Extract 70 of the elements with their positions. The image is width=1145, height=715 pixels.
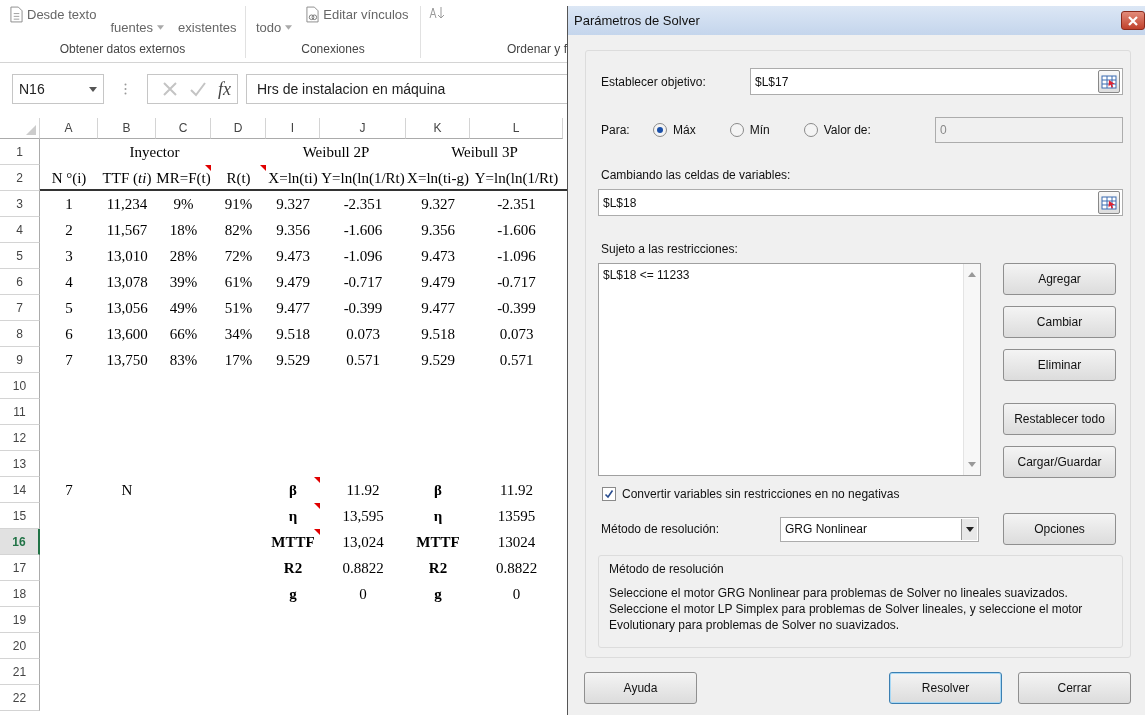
row-header[interactable]: 10 xyxy=(0,373,40,399)
range-select-icon[interactable] xyxy=(1101,73,1117,90)
row-header[interactable]: 19 xyxy=(0,607,40,633)
ribbon-dropdown[interactable]: todo xyxy=(254,20,295,35)
description-title: Método de resolución xyxy=(609,562,725,576)
checkbox[interactable] xyxy=(602,487,616,501)
close-button[interactable] xyxy=(1121,11,1145,30)
checkmark-icon[interactable] xyxy=(190,81,206,97)
row-header[interactable]: 20 xyxy=(0,633,40,659)
row-header[interactable]: 18 xyxy=(0,581,40,607)
options-button[interactable]: Opciones xyxy=(1003,513,1116,545)
cancel-icon[interactable] xyxy=(162,81,178,97)
row-header[interactable]: 16 xyxy=(0,529,40,555)
ribbon-button[interactable]: Desde texto xyxy=(8,6,99,23)
sort-icon[interactable] xyxy=(428,6,447,20)
description-text: Seleccione el motor GRG Nonlinear para problemas de Solver no lineales suavizados. Seleccione el motor LP Simplex para problemas de Solver lineales, y seleccione el motor Evolutionary para problemas de Solver no suavizados. xyxy=(609,585,1084,633)
ribbon-group-label: Obtener datos externos xyxy=(58,42,187,56)
row-header[interactable]: 21 xyxy=(0,659,40,685)
dropdown-caret-icon xyxy=(157,25,165,30)
dialog-button[interactable]: Resolver xyxy=(889,672,1002,704)
dialog-button[interactable]: Cerrar xyxy=(1018,672,1131,704)
close-icon xyxy=(1128,15,1138,26)
linked-document-icon xyxy=(306,6,320,23)
dialog-button[interactable]: Eliminar xyxy=(1003,349,1116,381)
ribbon-group-label: Ordenar y f xyxy=(505,42,567,56)
list-item[interactable]: $L$18 <= 11233 xyxy=(603,268,959,282)
row-header[interactable]: 12 xyxy=(0,425,40,451)
row-header[interactable]: 22 xyxy=(0,685,40,711)
ribbon-dropdown[interactable]: fuentes xyxy=(108,20,167,35)
dropdown-caret-icon xyxy=(89,86,97,92)
dialog-button[interactable]: Cambiar xyxy=(1003,306,1116,338)
comment-marker xyxy=(260,165,266,171)
row-header[interactable]: 17 xyxy=(0,555,40,581)
row-header[interactable]: 1 xyxy=(0,139,40,165)
field-label: Método de resolución: xyxy=(601,522,721,536)
ribbon-group-label: Conexiones xyxy=(300,42,366,56)
checkbox-option[interactable]: Convertir variables sin restricciones en no negativas xyxy=(598,487,1123,501)
formula-field[interactable]: Hrs de instalacion en máquina xyxy=(246,74,567,104)
insert-function-button[interactable]: fx xyxy=(218,78,231,100)
scroll-down-icon[interactable] xyxy=(968,462,976,467)
method-dropdown[interactable]: GRG Nonlinear xyxy=(780,516,979,542)
input-field[interactable]: $L$18 xyxy=(598,189,1123,216)
column-header[interactable]: A xyxy=(40,118,98,139)
dialog-button[interactable]: Cargar/Guardar xyxy=(1003,446,1116,478)
document-icon xyxy=(10,6,23,23)
dialog-button[interactable]: Restablecer todo xyxy=(1003,403,1116,435)
ribbon-button[interactable]: Editar vínculos xyxy=(304,6,411,23)
field-label: Sujeto a las restricciones: xyxy=(600,242,739,256)
constraint-list[interactable]: $L$18 <= 11233 xyxy=(598,263,981,476)
select-all-icon[interactable] xyxy=(26,125,36,135)
range-select-icon[interactable] xyxy=(1101,194,1117,211)
dropdown-caret-icon xyxy=(285,25,293,30)
dialog-button[interactable]: Agregar xyxy=(1003,263,1116,295)
field-label: Establecer objetivo: xyxy=(601,74,707,89)
name-box[interactable]: N16 xyxy=(12,74,104,104)
dialog-button[interactable]: Ayuda xyxy=(584,672,697,704)
input-field[interactable]: $L$17 xyxy=(750,68,1123,95)
ribbon-button[interactable]: existentes xyxy=(176,20,239,35)
checkmark-icon xyxy=(604,489,614,499)
field-label: Cambiando las celdas de variables: xyxy=(600,168,792,182)
dropdown-caret-icon xyxy=(965,526,974,532)
window-title: Parámetros de Solver xyxy=(574,13,700,28)
more-icon xyxy=(124,83,127,95)
scroll-up-icon[interactable] xyxy=(968,272,976,277)
row-header[interactable]: 11 xyxy=(0,399,40,425)
comment-marker xyxy=(314,477,320,483)
row-header[interactable]: 13 xyxy=(0,451,40,477)
scrollbar[interactable] xyxy=(963,264,980,475)
field-label: Para: xyxy=(601,123,631,137)
column-header[interactable]: D xyxy=(211,118,266,139)
